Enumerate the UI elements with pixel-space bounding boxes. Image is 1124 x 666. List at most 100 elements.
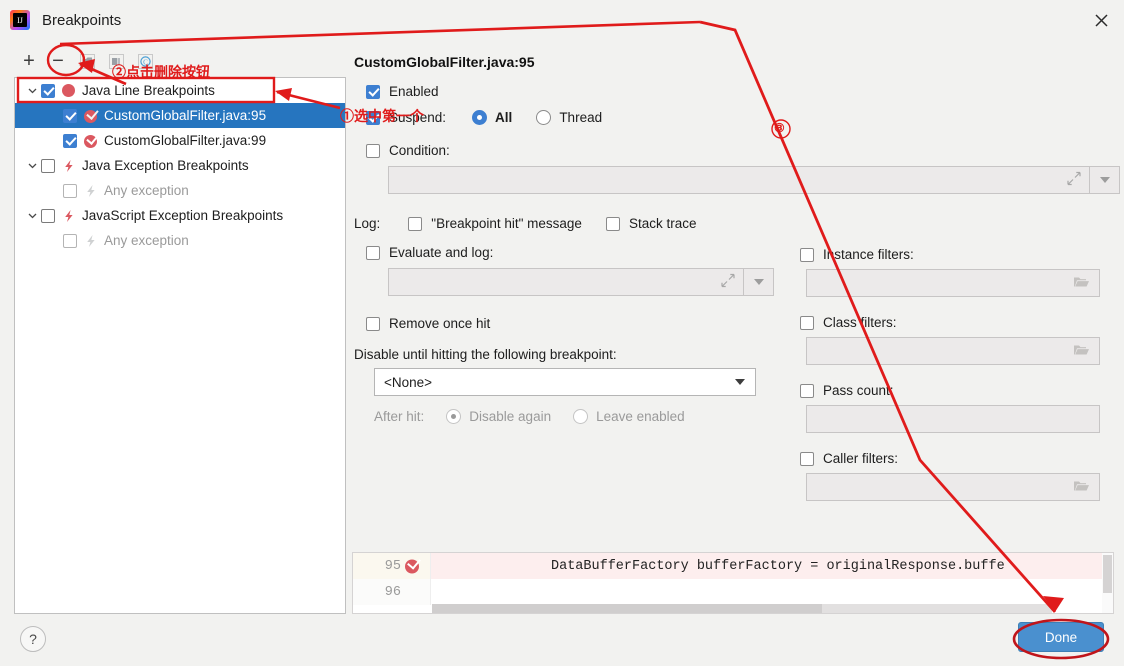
- tree-item-checkbox[interactable]: [41, 208, 55, 223]
- done-button[interactable]: Done: [1018, 622, 1104, 652]
- horizontal-scrollbar[interactable]: [432, 604, 1052, 613]
- chevron-down-icon[interactable]: [23, 85, 41, 96]
- exception-bolt-icon: [84, 234, 98, 248]
- expand-icon[interactable]: [1067, 171, 1081, 189]
- mute-breakpoints-icon: [79, 53, 95, 69]
- enabled-checkbox[interactable]: [366, 84, 380, 99]
- breakpoint-verified-icon[interactable]: [405, 555, 421, 574]
- tree-item-label: Any exception: [104, 183, 189, 198]
- svg-text:C: C: [143, 58, 148, 66]
- mute-breakpoints-button[interactable]: [74, 48, 100, 74]
- pass-count-checkbox[interactable]: [800, 383, 814, 398]
- tree-item-javascript-exception-breakpoints[interactable]: JavaScript Exception Breakpoints: [15, 203, 345, 228]
- title-bar: IJ Breakpoints: [0, 0, 1124, 40]
- condition-checkbox[interactable]: [366, 143, 380, 158]
- condition-row: Condition:: [366, 143, 1114, 158]
- tree-item-any-exception-javascript[interactable]: Any exception: [15, 228, 345, 253]
- chevron-down-icon[interactable]: [23, 210, 41, 221]
- caller-filters-checkbox[interactable]: [800, 451, 814, 466]
- suspend-thread-radio[interactable]: [536, 110, 552, 125]
- instance-filters-row: Instance filters:: [800, 247, 1100, 262]
- pass-count-input[interactable]: [806, 405, 1100, 433]
- log-label: Log:: [354, 216, 381, 231]
- breakpoint-verified-icon: [84, 106, 99, 123]
- add-breakpoint-button[interactable]: +: [16, 48, 42, 74]
- breakpoints-dialog: IJ Breakpoints + − C Java Line Breakpoin…: [0, 0, 1124, 666]
- folder-icon[interactable]: [1073, 479, 1090, 496]
- stack-trace-checkbox[interactable]: [605, 216, 620, 231]
- close-icon[interactable]: [1078, 0, 1124, 40]
- tree-item-label: Any exception: [104, 233, 189, 248]
- after-hit-label: After hit:: [374, 409, 425, 424]
- minus-icon: −: [52, 50, 64, 72]
- condition-field-group: [388, 166, 1120, 194]
- tree-item-checkbox[interactable]: [63, 108, 77, 123]
- tree-item-java-exception-breakpoints[interactable]: Java Exception Breakpoints: [15, 153, 345, 178]
- tree-toolbar: + − C: [14, 45, 346, 77]
- tree-item-custom-global-filter-95[interactable]: CustomGlobalFilter.java:95: [15, 103, 345, 128]
- exception-bolt-icon: [84, 184, 98, 198]
- tree-item-custom-global-filter-99[interactable]: CustomGlobalFilter.java:99: [15, 128, 345, 153]
- remove-breakpoint-button[interactable]: −: [45, 48, 71, 74]
- folder-icon[interactable]: [1073, 275, 1090, 292]
- exception-bolt-icon: [62, 159, 76, 173]
- tree-item-checkbox[interactable]: [63, 183, 77, 198]
- scrollbar-thumb[interactable]: [1103, 555, 1112, 593]
- group-breakpoints-button[interactable]: [103, 48, 129, 74]
- folder-icon[interactable]: [1073, 343, 1090, 360]
- condition-input[interactable]: [388, 166, 1090, 194]
- chevron-down-icon[interactable]: [23, 160, 41, 171]
- breakpoints-tree[interactable]: Java Line Breakpoints CustomGlobalFilter…: [14, 77, 346, 614]
- tree-item-any-exception-java[interactable]: Any exception: [15, 178, 345, 203]
- instance-filters-input[interactable]: [806, 269, 1100, 297]
- tree-item-label: Java Exception Breakpoints: [82, 158, 249, 173]
- page-title: Breakpoints: [42, 11, 122, 29]
- code-gutter[interactable]: 96: [353, 579, 431, 605]
- exception-bolt-icon: [62, 209, 76, 223]
- suspend-all-radio[interactable]: [472, 110, 488, 125]
- expand-icon[interactable]: [721, 273, 735, 291]
- tree-item-checkbox[interactable]: [63, 233, 77, 248]
- instance-filters-checkbox[interactable]: [800, 247, 814, 262]
- code-text: DataBufferFactory bufferFactory = origin…: [551, 558, 1005, 574]
- evaluate-dropdown-button[interactable]: [744, 268, 774, 296]
- condition-dropdown-button[interactable]: [1090, 166, 1120, 194]
- class-filters-input[interactable]: [806, 337, 1100, 365]
- suspend-label: Suspend:: [389, 110, 447, 125]
- log-row: Log: "Breakpoint hit" message Stack trac…: [354, 216, 1114, 231]
- intellij-idea-logo-icon: IJ: [10, 10, 30, 30]
- code-line: 95 DataBufferFactory bufferFactory = ori…: [353, 553, 1113, 579]
- tree-item-checkbox[interactable]: [63, 133, 77, 148]
- breakpoint-hit-message-label: "Breakpoint hit" message: [431, 216, 582, 231]
- filters-column: Instance filters: Class filters: Pass co…: [800, 247, 1100, 501]
- caller-filters-input[interactable]: [806, 473, 1100, 501]
- disable-until-select[interactable]: <None>: [374, 368, 756, 396]
- evaluate-and-log-input[interactable]: [388, 268, 744, 296]
- caller-filters-label: Caller filters:: [823, 451, 899, 466]
- done-button-label: Done: [1044, 629, 1078, 645]
- tree-item-checkbox[interactable]: [41, 83, 55, 98]
- class-filters-checkbox[interactable]: [800, 315, 814, 330]
- after-hit-leave-enabled-radio[interactable]: [573, 409, 589, 424]
- code-gutter[interactable]: 95: [353, 553, 431, 579]
- tree-item-label: JavaScript Exception Breakpoints: [82, 208, 284, 223]
- vertical-scrollbar[interactable]: [1102, 553, 1113, 613]
- enabled-row: Enabled: [366, 84, 1114, 99]
- evaluate-and-log-checkbox[interactable]: [366, 245, 380, 260]
- class-filter-button[interactable]: C: [132, 48, 158, 74]
- tree-item-checkbox[interactable]: [41, 158, 55, 173]
- instance-filters-label: Instance filters:: [823, 247, 914, 262]
- help-button[interactable]: ?: [20, 626, 46, 652]
- suspend-checkbox[interactable]: [366, 110, 380, 125]
- scrollbar-thumb[interactable]: [432, 604, 822, 613]
- code-preview[interactable]: 95 DataBufferFactory bufferFactory = ori…: [352, 552, 1114, 614]
- breakpoint-hit-message-checkbox[interactable]: [408, 216, 423, 231]
- tree-item-label: CustomGlobalFilter.java:99: [104, 133, 267, 148]
- chevron-down-icon: [753, 279, 764, 285]
- remove-once-hit-checkbox[interactable]: [366, 316, 380, 331]
- after-hit-disable-again-radio[interactable]: [446, 409, 462, 424]
- pass-count-label: Pass count:: [823, 383, 894, 398]
- code-line: 96: [353, 579, 1113, 605]
- tree-item-java-line-breakpoints[interactable]: Java Line Breakpoints: [15, 78, 345, 103]
- suspend-thread-label: Thread: [559, 110, 603, 125]
